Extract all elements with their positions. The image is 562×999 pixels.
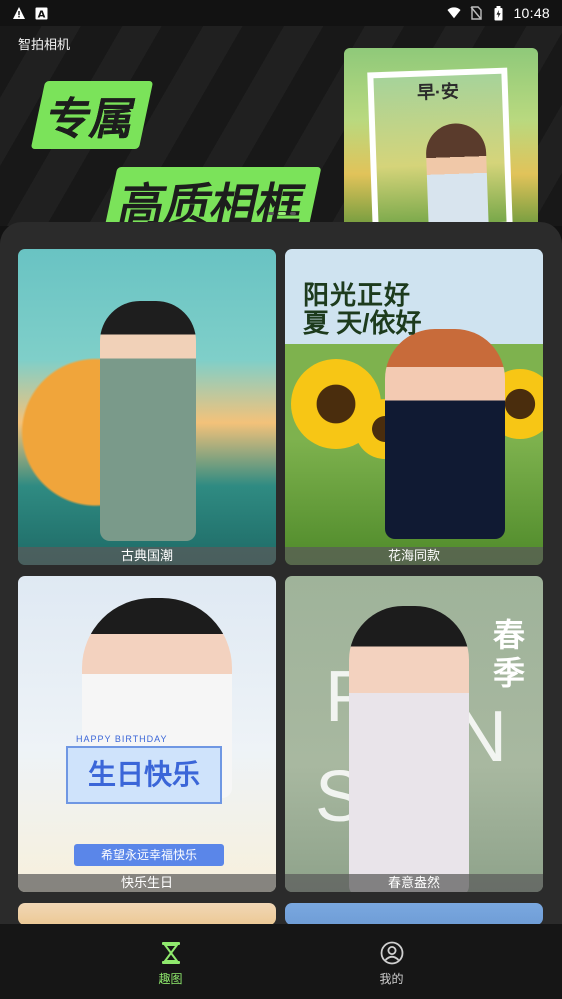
- nav-tab-mine[interactable]: 我的: [332, 924, 452, 987]
- card-art-side: 春季: [493, 617, 526, 691]
- carousel-dot: [290, 212, 296, 215]
- status-time: 10:48: [513, 5, 550, 21]
- card-art-subtitle: 夏 天/依好: [303, 308, 422, 338]
- nav-label: 我的: [379, 972, 404, 986]
- status-right: 10:48: [447, 5, 550, 21]
- app-title: 智拍相机: [18, 37, 71, 52]
- status-bar: A 10:48: [0, 0, 562, 26]
- promo-banner[interactable]: 智拍相机 专属 高质相框 早·安: [0, 26, 562, 226]
- card-label: 快乐生日: [18, 874, 276, 892]
- template-card-flowers[interactable]: 阳光正好 夏 天/依好 花海同款: [285, 249, 543, 565]
- card-label: 花海同款: [285, 547, 543, 565]
- carousel-dot: [268, 212, 274, 215]
- photo-person: [425, 122, 490, 226]
- card-art-small: HAPPY BIRTHDAY: [76, 734, 168, 744]
- carousel-dot-active: [278, 212, 286, 215]
- template-card-spring[interactable]: P N S 春季 春意盎然: [285, 576, 543, 892]
- hourglass-icon: [158, 940, 184, 966]
- card-art-title: 生日快乐: [66, 746, 222, 804]
- card-figure: [385, 329, 505, 539]
- card-art-wish: 希望永远幸福快乐: [74, 844, 224, 866]
- nav-tab-fun-pics[interactable]: 趣图: [111, 924, 231, 987]
- card-label: 春意盎然: [285, 874, 543, 892]
- nav-label: 趣图: [158, 972, 183, 986]
- template-card-partial[interactable]: [18, 903, 276, 924]
- warning-icon: [12, 6, 26, 20]
- no-sim-icon: [469, 6, 483, 20]
- battery-icon: [491, 5, 505, 20]
- status-left: A: [12, 6, 48, 20]
- wifi-icon: [447, 6, 462, 20]
- template-grid: 古典国潮 阳光正好 夏 天/依好 花海同款 HAPPY BIRTHDAY 生日快…: [18, 249, 544, 924]
- card-label: 古典国潮: [18, 547, 276, 565]
- carousel-dots: [268, 212, 296, 215]
- banner-photo: 早·安: [344, 48, 538, 226]
- banner-slogan: 专属 高质相框: [30, 81, 322, 226]
- photo-frame: 早·安: [367, 67, 513, 226]
- card-figure: [100, 301, 196, 541]
- slogan-line-2: 高质相框: [102, 167, 322, 226]
- template-card-birthday[interactable]: HAPPY BIRTHDAY 生日快乐 希望永远幸福快乐 快乐生日: [18, 576, 276, 892]
- font-a-icon: A: [34, 6, 48, 20]
- slogan-line-1: 专属: [30, 81, 154, 149]
- photo-caption: 早·安: [416, 81, 460, 103]
- template-card-partial[interactable]: [285, 903, 543, 924]
- svg-text:A: A: [37, 9, 45, 20]
- template-card-classic[interactable]: 古典国潮: [18, 249, 276, 565]
- template-sheet: 古典国潮 阳光正好 夏 天/依好 花海同款 HAPPY BIRTHDAY 生日快…: [0, 222, 562, 924]
- bottom-nav: 趣图 我的: [0, 924, 562, 999]
- profile-icon: [379, 940, 405, 966]
- card-figure: [349, 606, 469, 892]
